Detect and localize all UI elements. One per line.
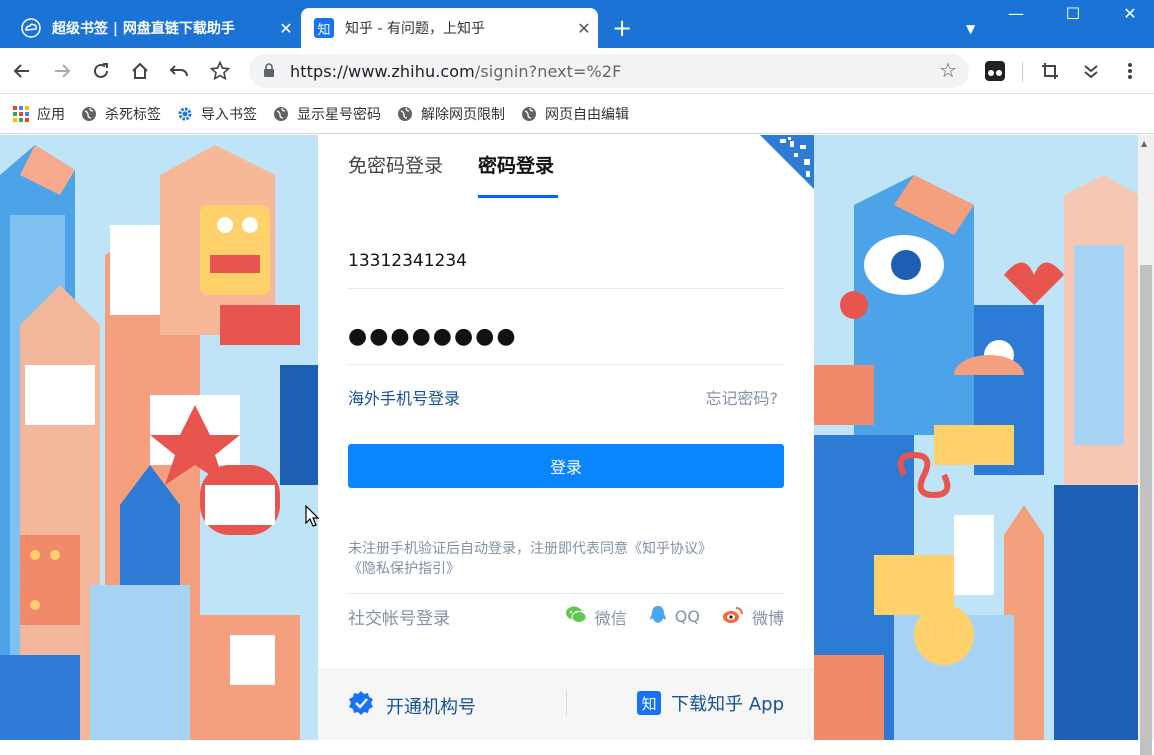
weibo-icon bbox=[722, 606, 744, 628]
tab-title: 知乎 - 有问题，上知乎 bbox=[345, 21, 485, 37]
privacy-link[interactable]: 《隐私保护指引》 bbox=[348, 559, 778, 579]
url-text[interactable]: https://www.zhihu.com/signin?next=%2F bbox=[290, 62, 621, 81]
globe-icon bbox=[81, 106, 97, 122]
wechat-label: 微信 bbox=[594, 608, 627, 628]
social-login-label: 社交帐号登录 bbox=[348, 609, 450, 629]
tab-zhihu[interactable]: 知 知乎 - 有问题，上知乎 ✕ bbox=[301, 8, 598, 48]
bookmark-label: 显示星号密码 bbox=[297, 106, 381, 123]
bookmark-edit-page[interactable]: 网页自由编辑 bbox=[521, 104, 629, 124]
social-login-row: 社交帐号登录 微信 QQ 微博 bbox=[348, 593, 784, 639]
qr-code-corner-icon[interactable] bbox=[760, 135, 814, 189]
vertical-scrollbar[interactable]: ▲ bbox=[1138, 135, 1154, 755]
bookmarks-bar: 应用 杀死标签 导入书签 显示星号密码 解除网页限制 网页自由编辑 bbox=[0, 94, 1154, 134]
forward-icon[interactable] bbox=[49, 58, 75, 84]
weibo-label: 微博 bbox=[751, 608, 784, 628]
maximize-button[interactable]: ☐ bbox=[1053, 4, 1093, 23]
bookmark-label: 杀死标签 bbox=[105, 106, 161, 123]
org-label: 开通机构号 bbox=[386, 696, 476, 718]
mouse-cursor-icon bbox=[305, 505, 319, 527]
footer-divider bbox=[566, 690, 567, 716]
phone-value: 13312341234 bbox=[348, 250, 467, 271]
phone-input[interactable]: 13312341234 bbox=[348, 233, 784, 289]
toolbar-divider bbox=[1022, 62, 1023, 82]
weibo-login-button[interactable]: 微博 bbox=[722, 605, 784, 629]
bookmark-label: 解除网页限制 bbox=[421, 106, 505, 123]
zhihu-app-icon: 知 bbox=[637, 691, 662, 715]
qq-icon bbox=[649, 605, 667, 629]
lock-icon[interactable] bbox=[263, 62, 275, 82]
browser-toolbar: https://www.zhihu.com/signin?next=%2F ☆ bbox=[0, 48, 1154, 94]
active-tab-indicator bbox=[478, 195, 558, 198]
home-icon[interactable] bbox=[127, 58, 153, 84]
zhihu-logo-icon: 知 bbox=[314, 18, 334, 38]
globe-icon bbox=[521, 106, 537, 122]
tampermonkey-icon[interactable] bbox=[982, 58, 1008, 84]
double-chevron-icon[interactable] bbox=[1078, 58, 1104, 84]
terms-text: 未注册手机验证后自动登录，注册即代表同意《知乎协议》 《隐私保护指引》 bbox=[348, 539, 778, 579]
tab-super-bookmark[interactable]: 超级书签 | 网盘直链下载助手 ✕ bbox=[8, 8, 300, 48]
tab-search-chevron-icon[interactable]: ▼ bbox=[966, 22, 975, 36]
url-host: https://www.zhihu.com bbox=[290, 62, 475, 81]
qq-login-button[interactable]: QQ bbox=[649, 605, 700, 629]
password-mask: ●●●●●●●● bbox=[348, 324, 518, 349]
cloud-icon bbox=[20, 17, 42, 39]
new-tab-button[interactable]: + bbox=[612, 14, 632, 42]
back-icon[interactable] bbox=[9, 58, 35, 84]
bookmark-unlock-page[interactable]: 解除网页限制 bbox=[397, 104, 505, 124]
gear-icon bbox=[177, 106, 193, 122]
close-window-button[interactable]: ✕ bbox=[1110, 4, 1150, 23]
bookmark-apps[interactable]: 应用 bbox=[13, 104, 65, 124]
url-path: /signin?next=%2F bbox=[474, 62, 622, 81]
bookmark-label: 导入书签 bbox=[201, 106, 257, 123]
open-org-account-link[interactable]: 开通机构号 bbox=[348, 690, 476, 721]
card-footer: 开通机构号 知 下载知乎 App bbox=[318, 668, 814, 740]
wechat-icon bbox=[565, 605, 587, 629]
browser-titlebar: 超级书签 | 网盘直链下载助手 ✕ 知 知乎 - 有问题，上知乎 ✕ + ▼ —… bbox=[0, 0, 1154, 48]
scroll-up-arrow-icon[interactable]: ▲ bbox=[1141, 139, 1147, 148]
login-card: 免密码登录 密码登录 13312341234 ●●●●●●●● 海外手机号登录 … bbox=[318, 135, 814, 740]
overseas-phone-login-link[interactable]: 海外手机号登录 bbox=[348, 385, 460, 409]
page-content: 免密码登录 密码登录 13312341234 ●●●●●●●● 海外手机号登录 … bbox=[0, 135, 1138, 740]
bookmark-kill-tab[interactable]: 杀死标签 bbox=[81, 104, 161, 124]
tab-sms-login[interactable]: 免密码登录 bbox=[348, 151, 443, 178]
left-city-illustration bbox=[0, 135, 318, 740]
tab-close-icon[interactable]: ✕ bbox=[570, 19, 598, 38]
terms-line[interactable]: 未注册手机验证后自动登录，注册即代表同意《知乎协议》 bbox=[348, 539, 778, 559]
bookmark-star-icon[interactable] bbox=[207, 58, 233, 84]
undo-icon[interactable] bbox=[166, 58, 192, 84]
reload-icon[interactable] bbox=[88, 58, 114, 84]
address-bar[interactable]: https://www.zhihu.com/signin?next=%2F ☆ bbox=[249, 54, 969, 88]
login-button[interactable]: 登录 bbox=[348, 444, 784, 488]
crop-icon[interactable] bbox=[1037, 58, 1063, 84]
apps-grid-icon bbox=[13, 105, 29, 122]
wechat-login-button[interactable]: 微信 bbox=[565, 605, 627, 629]
minimize-button[interactable]: — bbox=[996, 4, 1036, 23]
app-label: 下载知乎 App bbox=[671, 694, 784, 715]
bookmark-show-password[interactable]: 显示星号密码 bbox=[273, 104, 381, 124]
globe-icon bbox=[397, 106, 413, 122]
forgot-password-link[interactable]: 忘记密码? bbox=[706, 385, 779, 409]
qq-label: QQ bbox=[674, 607, 700, 626]
star-icon[interactable]: ☆ bbox=[939, 58, 957, 82]
bookmark-label: 应用 bbox=[37, 106, 65, 123]
tab-password-login[interactable]: 密码登录 bbox=[478, 151, 554, 178]
download-app-link[interactable]: 知 下载知乎 App bbox=[637, 690, 784, 716]
bookmark-import[interactable]: 导入书签 bbox=[177, 104, 257, 124]
globe-icon bbox=[273, 106, 289, 122]
bookmark-label: 网页自由编辑 bbox=[545, 106, 629, 123]
menu-kebab-icon[interactable] bbox=[1117, 58, 1143, 84]
right-city-illustration bbox=[814, 135, 1138, 740]
scrollbar-thumb[interactable] bbox=[1140, 265, 1152, 755]
tab-close-icon[interactable]: ✕ bbox=[272, 19, 300, 38]
tab-title: 超级书签 | 网盘直链下载助手 bbox=[52, 21, 235, 37]
verified-badge-icon bbox=[348, 690, 374, 721]
password-input[interactable]: ●●●●●●●● bbox=[348, 309, 784, 365]
